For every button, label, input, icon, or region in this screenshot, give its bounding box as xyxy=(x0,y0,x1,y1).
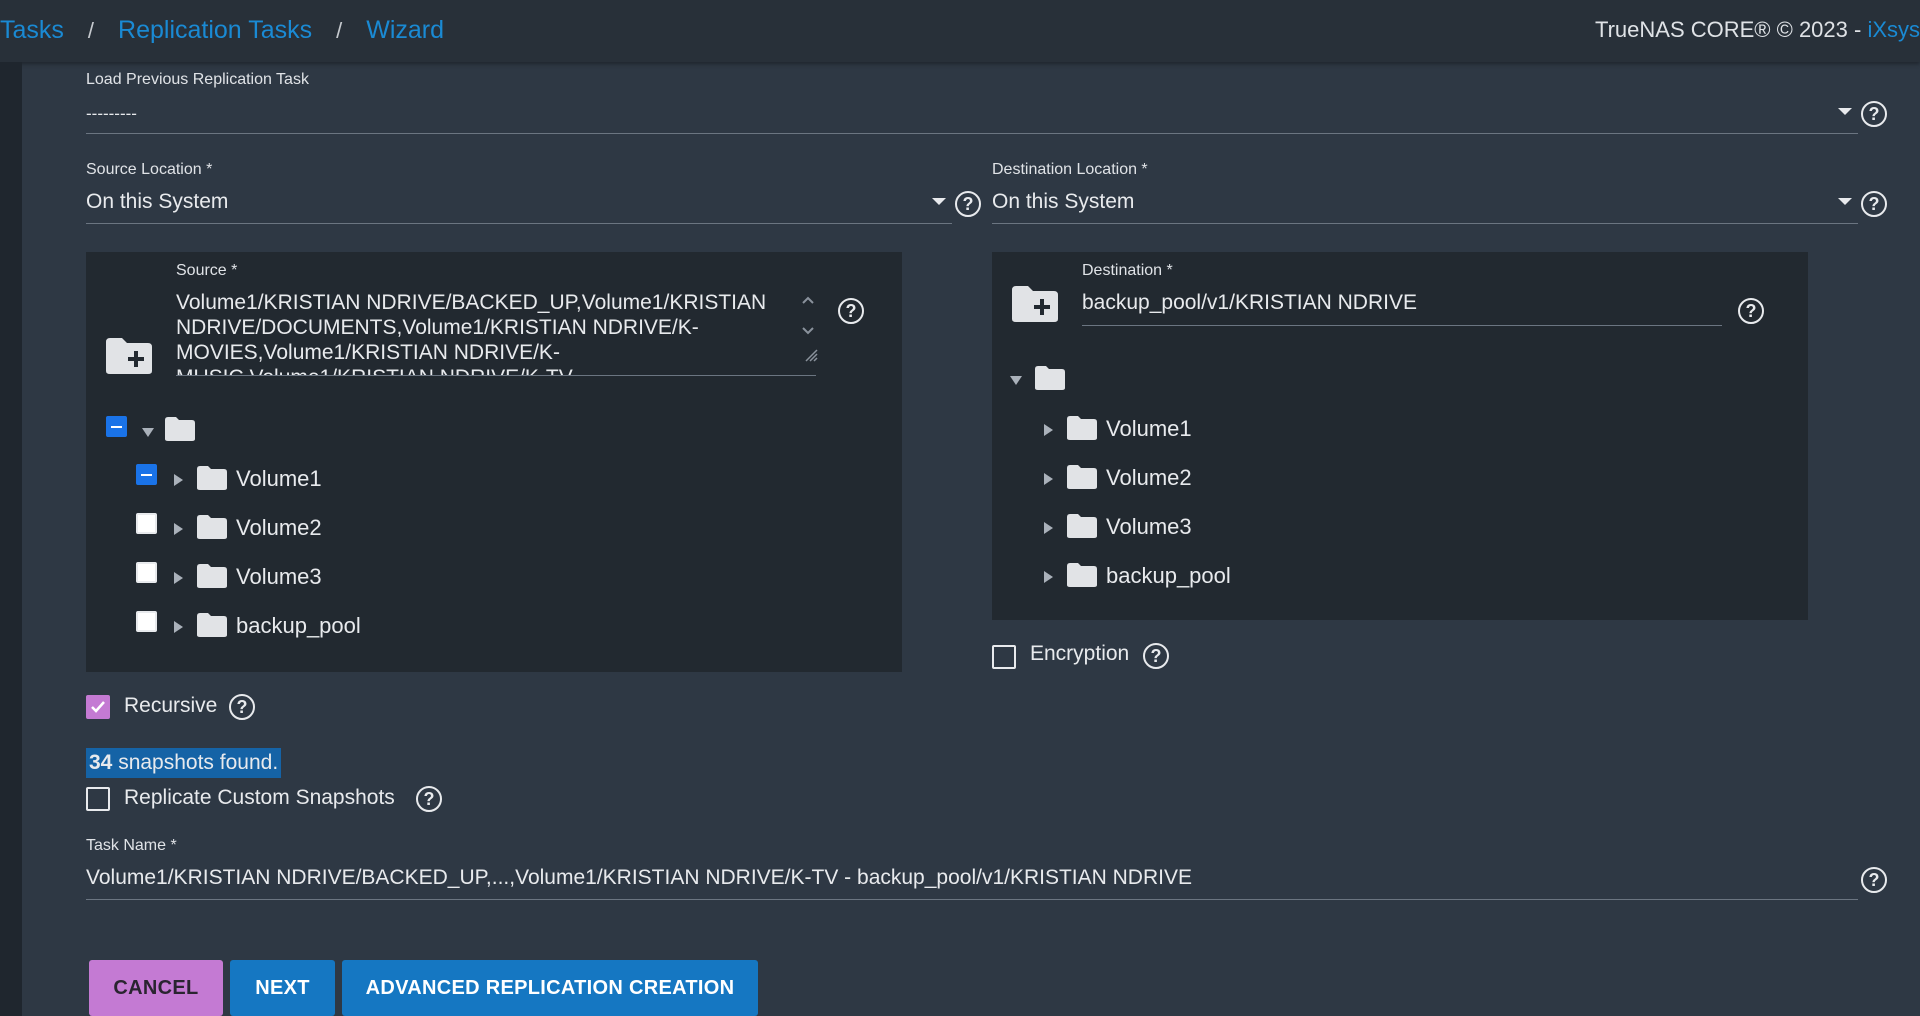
create-dataset-icon[interactable] xyxy=(1010,284,1060,324)
expand-toggle-icon[interactable] xyxy=(1044,473,1053,485)
destination-location-value: On this System xyxy=(992,190,1135,213)
snapshot-count: 34 xyxy=(89,751,113,774)
expand-toggle-icon[interactable] xyxy=(142,428,154,437)
source-location-select[interactable]: On this System xyxy=(86,188,952,224)
chevron-down-icon xyxy=(1838,108,1852,115)
expand-toggle-icon[interactable] xyxy=(174,621,183,633)
help-icon[interactable]: ? xyxy=(1861,867,1887,893)
help-icon[interactable]: ? xyxy=(1738,298,1764,324)
help-icon[interactable]: ? xyxy=(1861,101,1887,127)
cancel-button[interactable]: CANCEL xyxy=(89,960,223,1016)
expand-toggle-icon[interactable] xyxy=(174,523,183,535)
folder-icon xyxy=(1067,465,1097,489)
recursive-checkbox[interactable] xyxy=(86,695,110,719)
volume1-checkbox[interactable] xyxy=(136,464,157,485)
destination-location-label: Destination Location * xyxy=(992,161,1148,178)
next-button[interactable]: NEXT xyxy=(230,960,335,1016)
top-bar: Tasks / Replication Tasks / Wizard TrueN… xyxy=(0,0,1920,62)
breadcrumb-replication-tasks[interactable]: Replication Tasks xyxy=(118,16,312,45)
tree-item-volume2[interactable]: Volume2 xyxy=(236,515,322,541)
expand-toggle-icon[interactable] xyxy=(1044,424,1053,436)
folder-icon xyxy=(197,613,227,637)
breadcrumb-separator: / xyxy=(336,17,343,43)
load-previous-label: Load Previous Replication Task xyxy=(86,71,309,88)
expand-toggle-icon[interactable] xyxy=(1044,522,1053,534)
load-previous-value: --------- xyxy=(86,104,137,123)
destination-input[interactable]: backup_pool/v1/KRISTIAN NDRIVE xyxy=(1082,290,1722,326)
destination-panel: Destination * backup_pool/v1/KRISTIAN ND… xyxy=(992,252,1808,620)
help-icon[interactable]: ? xyxy=(1143,643,1169,669)
ixsystems-link[interactable]: iXsys xyxy=(1867,17,1920,42)
expand-toggle-icon[interactable] xyxy=(174,572,183,584)
expand-toggle-icon[interactable] xyxy=(1044,571,1053,583)
expand-toggle-icon[interactable] xyxy=(174,474,183,486)
expand-toggle-icon[interactable] xyxy=(1010,376,1022,385)
advanced-replication-creation-button[interactable]: ADVANCED REPLICATION CREATION xyxy=(342,960,758,1016)
breadcrumb-tasks[interactable]: Tasks xyxy=(0,16,64,45)
task-name-input[interactable]: Volume1/KRISTIAN NDRIVE/BACKED_UP,...,Vo… xyxy=(86,863,1858,900)
encryption-checkbox[interactable] xyxy=(992,645,1016,669)
breadcrumb-wizard[interactable]: Wizard xyxy=(366,16,444,45)
copyright: TrueNAS CORE® © 2023 - iXsys xyxy=(1595,17,1920,43)
volume2-checkbox[interactable] xyxy=(136,513,157,534)
folder-icon xyxy=(165,417,195,441)
task-name-value: Volume1/KRISTIAN NDRIVE/BACKED_UP,...,Vo… xyxy=(86,866,1192,889)
volume3-checkbox[interactable] xyxy=(136,562,157,583)
help-icon[interactable]: ? xyxy=(955,191,981,217)
folder-icon xyxy=(1067,416,1097,440)
breadcrumb-separator: / xyxy=(87,17,95,43)
help-icon[interactable]: ? xyxy=(838,298,864,324)
folder-icon xyxy=(197,515,227,539)
destination-location-select[interactable]: On this System xyxy=(992,188,1858,224)
left-gutter xyxy=(0,62,22,1016)
recursive-label: Recursive xyxy=(124,694,218,717)
folder-icon xyxy=(197,564,227,588)
source-location-value: On this System xyxy=(86,190,229,213)
textarea-scroll-icon[interactable] xyxy=(800,292,816,344)
tree-item-backup-pool[interactable]: backup_pool xyxy=(236,613,361,639)
snapshots-found-label: snapshots found. xyxy=(118,751,279,774)
task-name-label: Task Name * xyxy=(86,837,177,854)
dest-tree-item-backup-pool[interactable]: backup_pool xyxy=(1106,563,1231,589)
folder-icon xyxy=(1067,563,1097,587)
dest-tree-item-volume1[interactable]: Volume1 xyxy=(1106,416,1192,442)
source-panel: Source * Volume1/KRISTIAN NDRIVE/BACKED_… xyxy=(86,252,902,672)
folder-icon xyxy=(1035,366,1065,390)
encryption-label: Encryption xyxy=(1030,642,1130,665)
load-previous-select[interactable]: --------- xyxy=(86,100,1858,134)
help-icon[interactable]: ? xyxy=(1861,191,1887,217)
checkmark-icon xyxy=(91,701,105,713)
chevron-down-icon xyxy=(1838,198,1852,205)
resize-handle-icon[interactable] xyxy=(804,348,818,362)
dest-tree-item-volume3[interactable]: Volume3 xyxy=(1106,514,1192,540)
breadcrumb: Tasks / Replication Tasks / Wizard xyxy=(0,16,444,45)
tree-item-volume1[interactable]: Volume1 xyxy=(236,466,322,492)
create-dataset-icon[interactable] xyxy=(104,336,154,376)
help-icon[interactable]: ? xyxy=(416,786,442,812)
backup-pool-checkbox[interactable] xyxy=(136,611,157,632)
folder-icon xyxy=(1067,514,1097,538)
source-location-label: Source Location * xyxy=(86,161,213,178)
source-label: Source * xyxy=(176,262,238,279)
source-textarea[interactable]: Volume1/KRISTIAN NDRIVE/BACKED_UP,Volume… xyxy=(176,290,816,376)
copyright-text: TrueNAS CORE® © 2023 - xyxy=(1594,17,1868,42)
help-icon[interactable]: ? xyxy=(229,694,255,720)
replicate-custom-snapshots-checkbox[interactable] xyxy=(86,787,110,811)
chevron-down-icon xyxy=(932,198,946,205)
replicate-custom-snapshots-label: Replicate Custom Snapshots xyxy=(124,786,395,809)
root-checkbox[interactable] xyxy=(106,416,127,437)
snapshots-found-text: 34 snapshots found. xyxy=(86,748,282,778)
tree-item-volume3[interactable]: Volume3 xyxy=(236,564,322,590)
dest-tree-item-volume2[interactable]: Volume2 xyxy=(1106,465,1192,491)
folder-icon xyxy=(197,466,227,490)
destination-label: Destination * xyxy=(1082,262,1173,279)
